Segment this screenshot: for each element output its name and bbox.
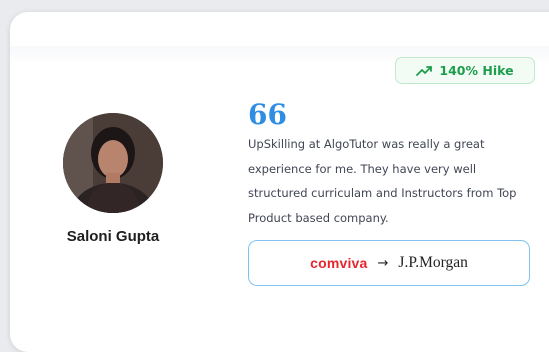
avatar [63,113,163,213]
company-transition: comviva → J.P.Morgan [248,240,530,286]
from-company-logo: comviva [310,255,368,271]
quote-mark: 66 [248,98,287,131]
arrow-right-icon: → [377,255,389,271]
hike-badge: 140% Hike [395,57,535,84]
testimonial-text: UpSkilling at AlgoTutor was really a gre… [248,137,517,225]
trending-up-icon [416,65,433,76]
to-company-logo: J.P.Morgan [398,254,468,271]
person-name: Saloni Gupta [66,228,160,245]
hike-label: 140% Hike [439,63,514,78]
